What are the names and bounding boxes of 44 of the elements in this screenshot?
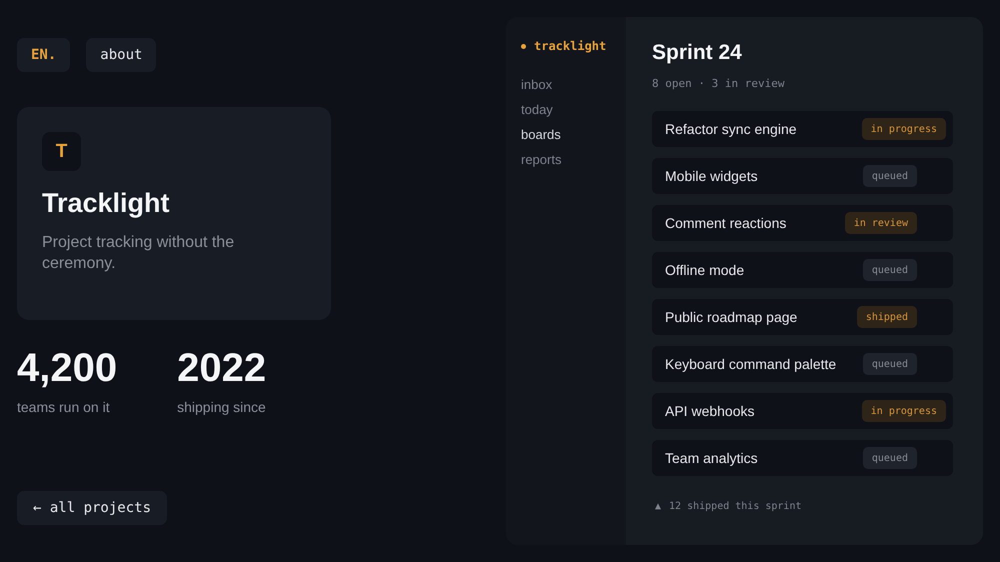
status-badge: in progress <box>862 400 946 422</box>
status-badge: queued <box>862 165 917 187</box>
nav-item[interactable]: boards <box>521 126 626 151</box>
task-title: Keyboard command palette <box>665 356 836 372</box>
task-row[interactable]: Offline mode queued <box>652 252 953 288</box>
about-button[interactable]: about <box>86 38 156 72</box>
brand-name: tracklight <box>534 39 606 53</box>
task-title: Comment reactions <box>665 215 786 231</box>
task-title: Public roadmap page <box>665 309 798 325</box>
stat-value: 2022 <box>177 346 266 390</box>
shipped-summary: 12 shipped this sprint <box>669 501 802 512</box>
status-badge: queued <box>862 353 917 375</box>
status-badge: queued <box>862 259 917 281</box>
task-title: Mobile widgets <box>665 168 758 184</box>
product-tagline: Project tracking without the ceremony. <box>42 233 236 274</box>
task-row[interactable]: API webhooks in progress <box>652 393 953 429</box>
board-title: Sprint 24 <box>652 41 743 65</box>
task-row[interactable]: Keyboard command palette queued <box>652 346 953 382</box>
nav-item[interactable]: inbox <box>521 76 626 101</box>
task-row[interactable]: Refactor sync engine in progress <box>652 111 953 147</box>
status-badge: shipped <box>856 306 917 328</box>
task-title: Offline mode <box>665 262 744 278</box>
task-title: Refactor sync engine <box>665 121 797 137</box>
dot-icon <box>521 44 526 48</box>
nav-item[interactable]: today <box>521 101 626 126</box>
task-title: Team analytics <box>665 450 758 466</box>
task-row[interactable]: Public roadmap page shipped <box>652 299 953 335</box>
task-row[interactable]: Mobile widgets queued <box>652 158 953 194</box>
product-name: Tracklight <box>42 188 171 219</box>
stat-label: shipping since <box>177 399 266 415</box>
status-badge: queued <box>862 447 917 469</box>
board-subtitle: 8 open · 3 in review <box>652 77 786 90</box>
task-row[interactable]: Team analytics queued <box>652 440 953 476</box>
task-title: API webhooks <box>665 403 754 419</box>
triangle-icon: ▲ <box>655 501 662 512</box>
status-badge: in progress <box>862 118 946 140</box>
language-button[interactable]: EN. <box>17 38 70 72</box>
stat-value: 4,200 <box>17 346 118 390</box>
logo-icon: T <box>42 132 81 171</box>
back-button[interactable]: ← all projects <box>17 491 168 525</box>
task-row[interactable]: Comment reactions in review <box>652 205 953 241</box>
stat-label: teams run on it <box>17 399 111 415</box>
status-badge: in review <box>844 212 917 234</box>
nav-item[interactable]: reports <box>521 151 626 176</box>
